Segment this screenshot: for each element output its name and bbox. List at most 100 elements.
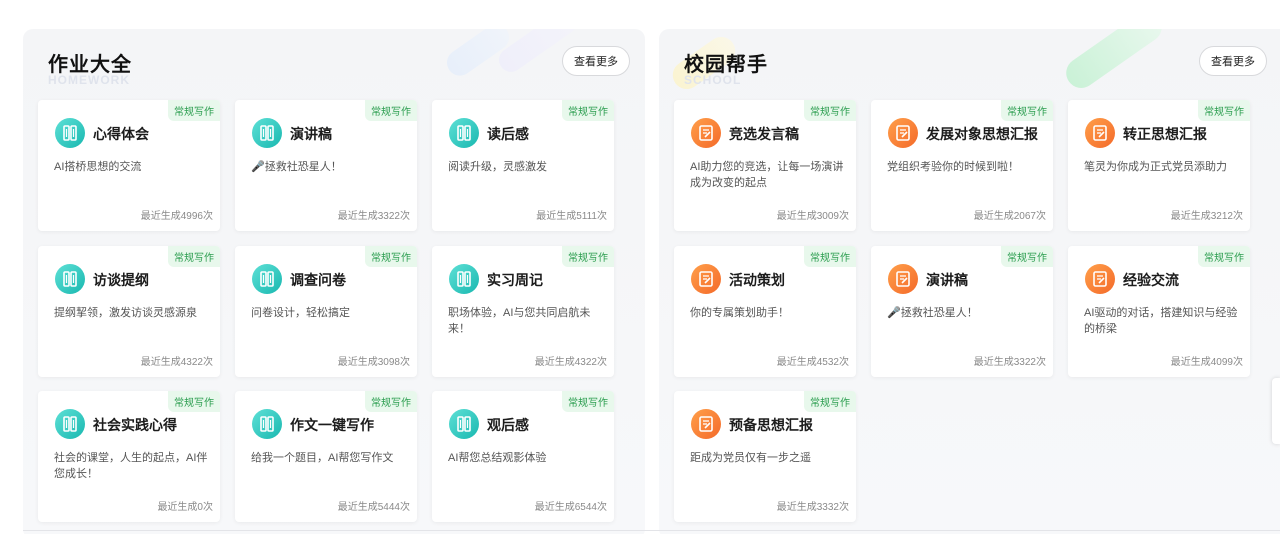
notebook-icon bbox=[55, 118, 85, 148]
card-title: 作文一键写作 bbox=[290, 417, 374, 433]
card-jingyanjiaoliu[interactable]: 常规写作 经验交流 AI驱动的对话，搭建知识与经验的桥梁 最近生成4099次 bbox=[1068, 246, 1250, 377]
card-shixizhouji[interactable]: 常规写作 实习周记 职场体验，AI与您共同启航未来！ 最近生成4322次 bbox=[432, 246, 614, 377]
card-description: 阅读升级，灵感激发 bbox=[448, 161, 547, 173]
generation-count: 最近生成2067次 bbox=[973, 211, 1046, 222]
card-title: 活动策划 bbox=[729, 272, 785, 288]
card-description: 笔灵为你成为正式党员添助力 bbox=[1084, 161, 1227, 173]
category-tag: 常规写作 bbox=[365, 391, 417, 412]
generation-count: 最近生成4322次 bbox=[140, 357, 213, 368]
document-pen-icon bbox=[691, 409, 721, 439]
card-description: 距成为党员仅有一步之遥 bbox=[690, 452, 811, 464]
card-zuowenxiezuo[interactable]: 常规写作 作文一键写作 给我一个题目，AI帮您写作文 最近生成5444次 bbox=[235, 391, 417, 522]
card-zhuanzheng[interactable]: 常规写作 转正思想汇报 笔灵为你成为正式党员添助力 最近生成3212次 bbox=[1068, 100, 1250, 231]
card-title: 经验交流 bbox=[1123, 272, 1179, 288]
generation-count: 最近生成3009次 bbox=[776, 211, 849, 222]
card-jingxuanfayangao[interactable]: 常规写作 竞选发言稿 AI助力您的竞选，让每一场演讲成为改变的起点 最近生成30… bbox=[674, 100, 856, 231]
card-description: AI帮您总结观影体验 bbox=[448, 452, 547, 464]
notebook-icon bbox=[449, 409, 479, 439]
category-tag: 常规写作 bbox=[1198, 100, 1250, 121]
card-shehuishijian[interactable]: 常规写作 社会实践心得 社会的课堂，人生的起点，AI伴您成长！ 最近生成0次 bbox=[38, 391, 220, 522]
notebook-icon bbox=[55, 264, 85, 294]
school-subtitle: SCHOOL bbox=[684, 73, 742, 87]
category-tag: 常规写作 bbox=[1001, 100, 1053, 121]
notebook-icon bbox=[449, 264, 479, 294]
document-pen-icon bbox=[691, 118, 721, 148]
decor-shape bbox=[1060, 29, 1168, 94]
generation-count: 最近生成0次 bbox=[157, 502, 213, 513]
generation-count: 最近生成4322次 bbox=[534, 357, 607, 368]
generation-count: 最近生成3322次 bbox=[973, 357, 1046, 368]
card-title: 演讲稿 bbox=[926, 272, 968, 288]
card-fazhanduixiang[interactable]: 常规写作 发展对象思想汇报 党组织考验你的时候到啦！ 最近生成2067次 bbox=[871, 100, 1053, 231]
card-title: 读后感 bbox=[487, 126, 529, 142]
card-description: 你的专属策划助手！ bbox=[690, 307, 789, 319]
card-title: 访谈提纲 bbox=[93, 272, 149, 288]
notebook-icon bbox=[449, 118, 479, 148]
card-guanhougan[interactable]: 常规写作 观后感 AI帮您总结观影体验 最近生成6544次 bbox=[432, 391, 614, 522]
document-pen-icon bbox=[1085, 264, 1115, 294]
category-tag: 常规写作 bbox=[804, 100, 856, 121]
notebook-icon bbox=[252, 264, 282, 294]
generation-count: 最近生成4099次 bbox=[1170, 357, 1243, 368]
generation-count: 最近生成3332次 bbox=[776, 502, 849, 513]
document-pen-icon bbox=[1085, 118, 1115, 148]
category-tag: 常规写作 bbox=[168, 391, 220, 412]
card-description: 党组织考验你的时候到啦！ bbox=[887, 161, 1019, 173]
notebook-icon bbox=[252, 118, 282, 148]
card-description: 提纲挈领，激发访谈灵感源泉 bbox=[54, 307, 197, 319]
school-panel: 校园帮手 SCHOOL 查看更多 常规写作 竞选发言稿 AI助力您的竞选，让每一… bbox=[659, 29, 1280, 534]
card-yanjianggao[interactable]: 常规写作 演讲稿 🎤拯救社恐星人！ 最近生成3322次 bbox=[235, 100, 417, 231]
generation-count: 最近生成5111次 bbox=[536, 211, 607, 222]
category-tag: 常规写作 bbox=[1198, 246, 1250, 267]
card-description: 🎤拯救社恐星人！ bbox=[887, 307, 978, 319]
category-tag: 常规写作 bbox=[562, 391, 614, 412]
card-title: 实习周记 bbox=[487, 272, 543, 288]
card-title: 调查问卷 bbox=[290, 272, 346, 288]
card-title: 发展对象思想汇报 bbox=[926, 126, 1038, 142]
category-tag: 常规写作 bbox=[804, 246, 856, 267]
card-title: 社会实践心得 bbox=[93, 417, 177, 433]
notebook-icon bbox=[55, 409, 85, 439]
card-title: 预备思想汇报 bbox=[729, 417, 813, 433]
generation-count: 最近生成4996次 bbox=[140, 211, 213, 222]
generation-count: 最近生成6544次 bbox=[534, 502, 607, 513]
card-diaochawenjuan[interactable]: 常规写作 调查问卷 问卷设计，轻松搞定 最近生成3098次 bbox=[235, 246, 417, 377]
card-description: AI助力您的竞选，让每一场演讲成为改变的起点 bbox=[690, 161, 844, 189]
generation-count: 最近生成4532次 bbox=[776, 357, 849, 368]
homework-panel: 作业大全 HOMEWORK 查看更多 常规写作 心得体会 AI搭桥思想的交流 最… bbox=[23, 29, 645, 534]
side-float-tab[interactable] bbox=[1272, 378, 1280, 444]
card-huodongcehua[interactable]: 常规写作 活动策划 你的专属策划助手！ 最近生成4532次 bbox=[674, 246, 856, 377]
card-description: AI驱动的对话，搭建知识与经验的桥梁 bbox=[1084, 307, 1238, 335]
card-description: 🎤拯救社恐星人！ bbox=[251, 161, 342, 173]
card-duhougan[interactable]: 常规写作 读后感 阅读升级，灵感激发 最近生成5111次 bbox=[432, 100, 614, 231]
card-description: 社会的课堂，人生的起点，AI伴您成长！ bbox=[54, 452, 208, 480]
card-xindetihui[interactable]: 常规写作 心得体会 AI搭桥思想的交流 最近生成4996次 bbox=[38, 100, 220, 231]
card-yanjianggao-school[interactable]: 常规写作 演讲稿 🎤拯救社恐星人！ 最近生成3322次 bbox=[871, 246, 1053, 377]
homework-more-button[interactable]: 查看更多 bbox=[562, 46, 630, 76]
card-description: 职场体验，AI与您共同启航未来！ bbox=[448, 307, 591, 335]
card-title: 竞选发言稿 bbox=[729, 126, 799, 142]
card-fangtantigang[interactable]: 常规写作 访谈提纲 提纲挈领，激发访谈灵感源泉 最近生成4322次 bbox=[38, 246, 220, 377]
notebook-icon bbox=[252, 409, 282, 439]
category-tag: 常规写作 bbox=[562, 246, 614, 267]
category-tag: 常规写作 bbox=[562, 100, 614, 121]
generation-count: 最近生成3322次 bbox=[337, 211, 410, 222]
category-tag: 常规写作 bbox=[804, 391, 856, 412]
homework-subtitle: HOMEWORK bbox=[48, 73, 130, 87]
card-title: 心得体会 bbox=[93, 126, 149, 142]
generation-count: 最近生成3098次 bbox=[337, 357, 410, 368]
card-description: AI搭桥思想的交流 bbox=[54, 161, 142, 173]
category-tag: 常规写作 bbox=[365, 246, 417, 267]
card-title: 演讲稿 bbox=[290, 126, 332, 142]
card-yubeisixiang[interactable]: 常规写作 预备思想汇报 距成为党员仅有一步之遥 最近生成3332次 bbox=[674, 391, 856, 522]
document-pen-icon bbox=[691, 264, 721, 294]
card-title: 观后感 bbox=[487, 417, 529, 433]
school-more-button[interactable]: 查看更多 bbox=[1199, 46, 1267, 76]
category-tag: 常规写作 bbox=[168, 100, 220, 121]
divider bbox=[23, 530, 1280, 531]
card-title: 转正思想汇报 bbox=[1123, 126, 1207, 142]
category-tag: 常规写作 bbox=[1001, 246, 1053, 267]
category-tag: 常规写作 bbox=[365, 100, 417, 121]
document-pen-icon bbox=[888, 264, 918, 294]
generation-count: 最近生成5444次 bbox=[337, 502, 410, 513]
